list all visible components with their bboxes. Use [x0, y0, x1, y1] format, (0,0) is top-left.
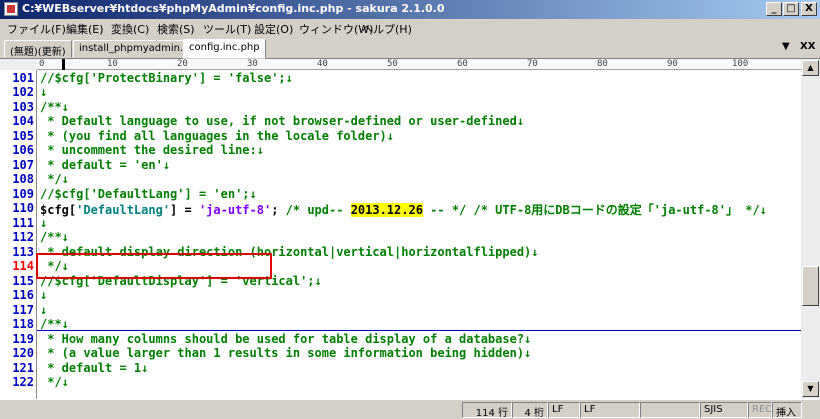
line-number: 118 — [12, 317, 34, 331]
line-number: 103 — [12, 100, 34, 114]
window-title: C:¥WEBserver¥htdocs¥phpMyAdmin¥config.in… — [22, 2, 445, 15]
line-number: 120 — [12, 346, 34, 360]
code-line[interactable]: ↓ — [40, 216, 47, 230]
status-line-ending-input: LF — [580, 402, 640, 418]
ruler-tick: 40 — [317, 59, 328, 69]
ruler-tick: 30 — [247, 59, 258, 69]
line-number: 110 — [12, 201, 34, 215]
scrollbar-thumb[interactable] — [802, 266, 819, 306]
line-number: 119 — [12, 332, 34, 346]
code-token: ] = — [170, 203, 199, 217]
document-tab-bar: (無題)(更新) install_phpmyadmin.php config.i… — [0, 38, 820, 59]
code-line[interactable]: ↓ — [40, 288, 47, 302]
menu-bar: ファイル(F) 編集(E) 変換(C) 検索(S) ツール(T) 設定(O) ウ… — [0, 19, 820, 38]
code-line[interactable]: * (you find all languages in the locale … — [40, 129, 394, 143]
code-line-defaultlang-setting[interactable]: $cfg['DefaultLang'] = 'ja-utf-8'; /* upd… — [40, 201, 767, 218]
line-number: 113 — [12, 245, 34, 259]
editor-area[interactable]: 0 10 20 30 40 50 60 70 80 90 100 101 102… — [0, 59, 801, 399]
title-bar: C:¥WEBserver¥htdocs¥phpMyAdmin¥config.in… — [0, 0, 820, 19]
line-number: 111 — [12, 216, 34, 230]
code-token: 'DefaultLang' — [76, 203, 171, 217]
code-line[interactable]: ↓ — [40, 303, 47, 317]
code-line[interactable]: /**↓ — [40, 230, 69, 244]
vertical-scrollbar[interactable]: ▲ ▼ — [801, 59, 820, 399]
code-line[interactable]: */↓ — [40, 172, 69, 186]
red-annotation-box — [36, 253, 272, 279]
code-comment: -- */ /* UTF-8用にDBコードの設定「'ja-utf-8'」 */↓ — [422, 203, 767, 217]
ruler-corner — [0, 59, 37, 70]
menu-convert[interactable]: 変換(C) — [111, 21, 149, 37]
status-encoding[interactable]: SJIS — [700, 402, 748, 418]
code-line[interactable]: /**↓ — [40, 317, 69, 331]
code-line[interactable]: /**↓ — [40, 100, 69, 114]
menu-help[interactable]: ヘルプ(H) — [362, 21, 412, 37]
line-number: 102 — [12, 85, 34, 99]
minimize-button[interactable]: _ — [766, 2, 782, 16]
scroll-down-arrow-icon[interactable]: ▼ — [802, 381, 819, 397]
cursor-row-underline — [37, 330, 801, 331]
code-line[interactable]: * default = 'en'↓ — [40, 158, 170, 172]
menu-search[interactable]: 検索(S) — [157, 21, 195, 37]
ruler-tick: 70 — [527, 59, 538, 69]
line-number: 116 — [12, 288, 34, 302]
line-number: 109 — [12, 187, 34, 201]
tab-config-inc-php[interactable]: config.inc.php — [183, 39, 266, 59]
ruler-tick: 10 — [107, 59, 118, 69]
column-ruler[interactable]: 0 10 20 30 40 50 60 70 80 90 100 — [37, 59, 801, 70]
menu-file[interactable]: ファイル(F) — [7, 21, 66, 37]
line-number: 105 — [12, 129, 34, 143]
code-line[interactable]: //$cfg['DefaultLang'] = 'en';↓ — [40, 187, 257, 201]
code-line[interactable]: * default = 1↓ — [40, 361, 148, 375]
line-number: 121 — [12, 361, 34, 375]
line-number: 107 — [12, 158, 34, 172]
highlighted-date: 2013.12.26 — [350, 203, 423, 217]
tab-untitled[interactable]: (無題)(更新) — [4, 40, 72, 58]
line-number: 122 — [12, 375, 34, 389]
line-number: 115 — [12, 274, 34, 288]
code-line[interactable]: ↓ — [40, 85, 47, 99]
close-button[interactable]: X — [801, 2, 817, 16]
ruler-tick: 50 — [387, 59, 398, 69]
line-number: 106 — [12, 143, 34, 157]
code-token: $cfg[ — [40, 203, 77, 217]
status-insert-mode: 挿入 — [772, 402, 802, 419]
menu-tools[interactable]: ツール(T) — [203, 21, 251, 37]
code-line[interactable]: */↓ — [40, 375, 69, 389]
menu-settings[interactable]: 設定(O) — [254, 21, 293, 37]
line-number: 112 — [12, 230, 34, 244]
ruler-tick: 0 — [39, 59, 45, 69]
scroll-up-arrow-icon[interactable]: ▲ — [802, 60, 819, 76]
code-line[interactable]: * How many columns should be used for ta… — [40, 332, 531, 346]
code-line[interactable]: * Default language to use, if not browse… — [40, 114, 524, 128]
ruler-tick: 60 — [457, 59, 468, 69]
status-char-info — [640, 402, 700, 418]
ruler-cursor-marker — [62, 59, 65, 70]
status-rec: REC — [748, 402, 772, 418]
status-row: 114 行 — [462, 402, 512, 419]
status-bar: 114 行 4 桁 LF LF SJIS REC 挿入 — [0, 399, 820, 419]
line-number: 117 — [12, 303, 34, 317]
line-number: 104 — [12, 114, 34, 128]
line-number: 101 — [12, 71, 34, 85]
status-line-ending: LF — [548, 402, 580, 418]
tab-list-dropdown-icon[interactable]: ▼ — [782, 41, 790, 52]
line-number: 114 — [12, 259, 34, 273]
maximize-button[interactable]: □ — [783, 2, 799, 16]
sakura-app-icon[interactable] — [4, 2, 18, 16]
menu-edit[interactable]: 編集(E) — [66, 21, 104, 37]
ruler-tick: 100 — [732, 59, 749, 69]
code-token: 'ja-utf-8' — [198, 203, 272, 217]
code-line[interactable]: //$cfg['ProtectBinary'] = 'false';↓ — [40, 71, 293, 85]
ruler-tick: 90 — [667, 59, 678, 69]
close-all-tabs-button[interactable]: XX — [800, 41, 815, 52]
status-column: 4 桁 — [512, 402, 548, 419]
code-line[interactable]: * (a value larger than 1 results in some… — [40, 346, 531, 360]
code-line[interactable]: * uncomment the desired line:↓ — [40, 143, 264, 157]
ruler-tick: 20 — [177, 59, 188, 69]
line-number: 108 — [12, 172, 34, 186]
code-comment: /* upd-- — [278, 203, 351, 217]
ruler-tick: 80 — [597, 59, 608, 69]
